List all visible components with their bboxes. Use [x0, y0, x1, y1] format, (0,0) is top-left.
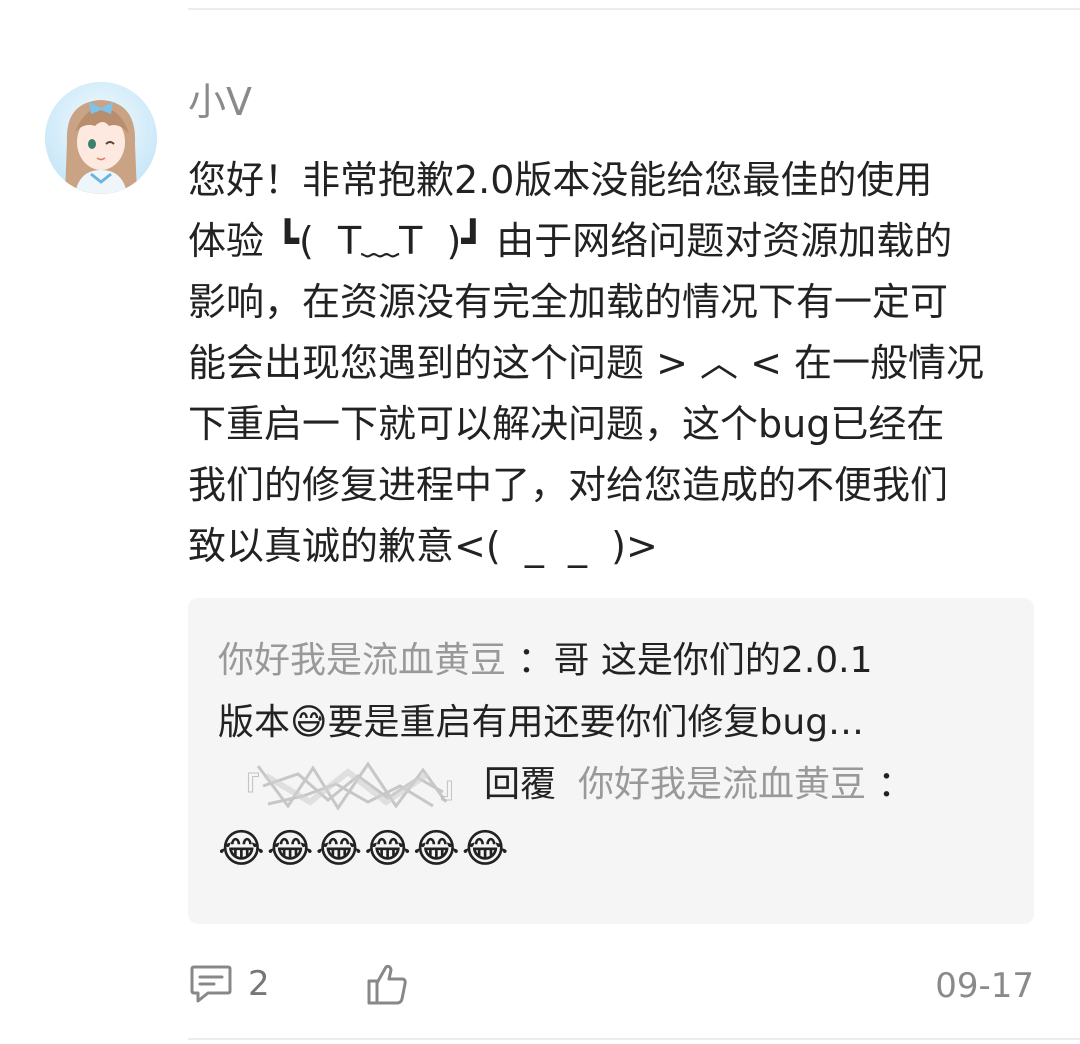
comment-text: 您好！非常抱歉2.0版本没能给您最佳的使用 体验 ┗( T﹏T )┛ 由于网络问…	[188, 158, 984, 568]
user-avatar[interactable]	[45, 82, 157, 194]
comment-bubble-icon	[190, 965, 232, 1003]
bottom-divider	[188, 1038, 1080, 1040]
anime-girl-avatar-icon	[45, 82, 157, 194]
action-bar: 2 09-17	[188, 958, 1034, 1010]
reply-verb: 回覆	[484, 764, 557, 805]
thumbs-up-icon	[367, 964, 407, 1005]
comment-username[interactable]: 小V	[188, 78, 252, 126]
comment-date: 09-17	[935, 966, 1034, 1006]
blurred-name-scribble: 『 』	[230, 761, 470, 811]
blurred-reply-author[interactable]: 『 』	[218, 756, 470, 816]
reply-item[interactable]: 『 』 回覆 你好我是流血黄豆 ：	[218, 754, 1008, 816]
reply-thread[interactable]: 你好我是流血黄豆 ：哥 这是你们的2.0.1 版本😅要是重启有用还要你们修复bu…	[188, 598, 1034, 924]
reply-author[interactable]: 你好我是流血黄豆	[218, 640, 506, 681]
reply-target[interactable]: 你好我是流血黄豆	[578, 764, 866, 805]
like-button[interactable]	[364, 958, 410, 1010]
reply-emojis: 😂😂😂😂😂😂	[218, 826, 511, 872]
reply-item[interactable]: 你好我是流血黄豆 ：哥 这是你们的2.0.1	[218, 630, 1008, 692]
blurred-open-bracket: 『	[230, 771, 260, 806]
reply-text: 哥 这是你们的2.0.1	[553, 640, 873, 681]
top-divider	[188, 8, 1080, 10]
reply-text-continued: 版本😅要是重启有用还要你们修复bug…	[218, 702, 865, 743]
comment-button[interactable]: 2	[188, 958, 270, 1010]
reply-colon: ：	[506, 640, 554, 681]
reply-colon: ：	[866, 764, 914, 805]
comment-count: 2	[248, 964, 270, 1004]
